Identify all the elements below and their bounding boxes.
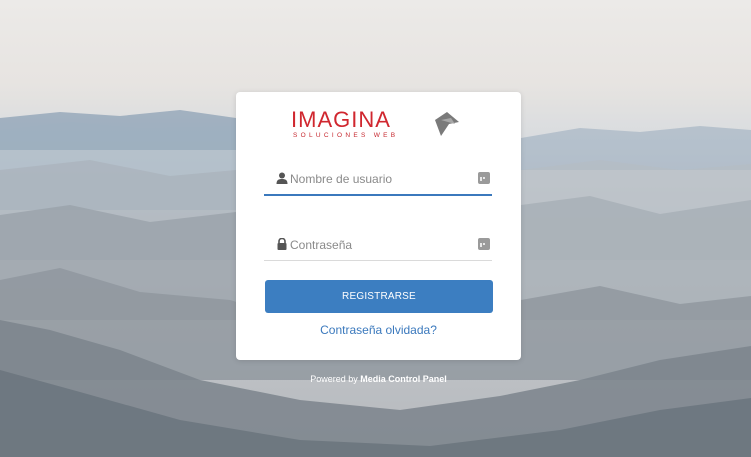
brand-logo: IMAGINA SOLUCIONES WEB <box>291 106 471 146</box>
password-field[interactable] <box>264 230 492 261</box>
logo-arrow-icon <box>435 112 459 136</box>
forgot-password-link[interactable]: Contraseña olvidada? <box>236 323 521 337</box>
powered-prefix: Powered by <box>310 374 358 384</box>
register-button[interactable]: REGISTRARSE <box>265 280 493 313</box>
powered-name: Media Control Panel <box>360 374 447 384</box>
login-card: IMAGINA SOLUCIONES WEB REGISTRARSE Contr… <box>236 92 521 360</box>
password-input[interactable] <box>290 234 470 256</box>
powered-by-footer: Powered by Media Control Panel <box>236 374 521 384</box>
logo-text: IMAGINA <box>291 107 391 132</box>
username-field[interactable] <box>264 164 492 196</box>
password-manager-icon[interactable] <box>478 238 490 250</box>
lock-icon <box>277 238 287 250</box>
username-input[interactable] <box>290 168 470 190</box>
user-icon <box>276 172 288 184</box>
logo-subtext: SOLUCIONES WEB <box>293 132 399 139</box>
password-manager-icon[interactable] <box>478 172 490 184</box>
